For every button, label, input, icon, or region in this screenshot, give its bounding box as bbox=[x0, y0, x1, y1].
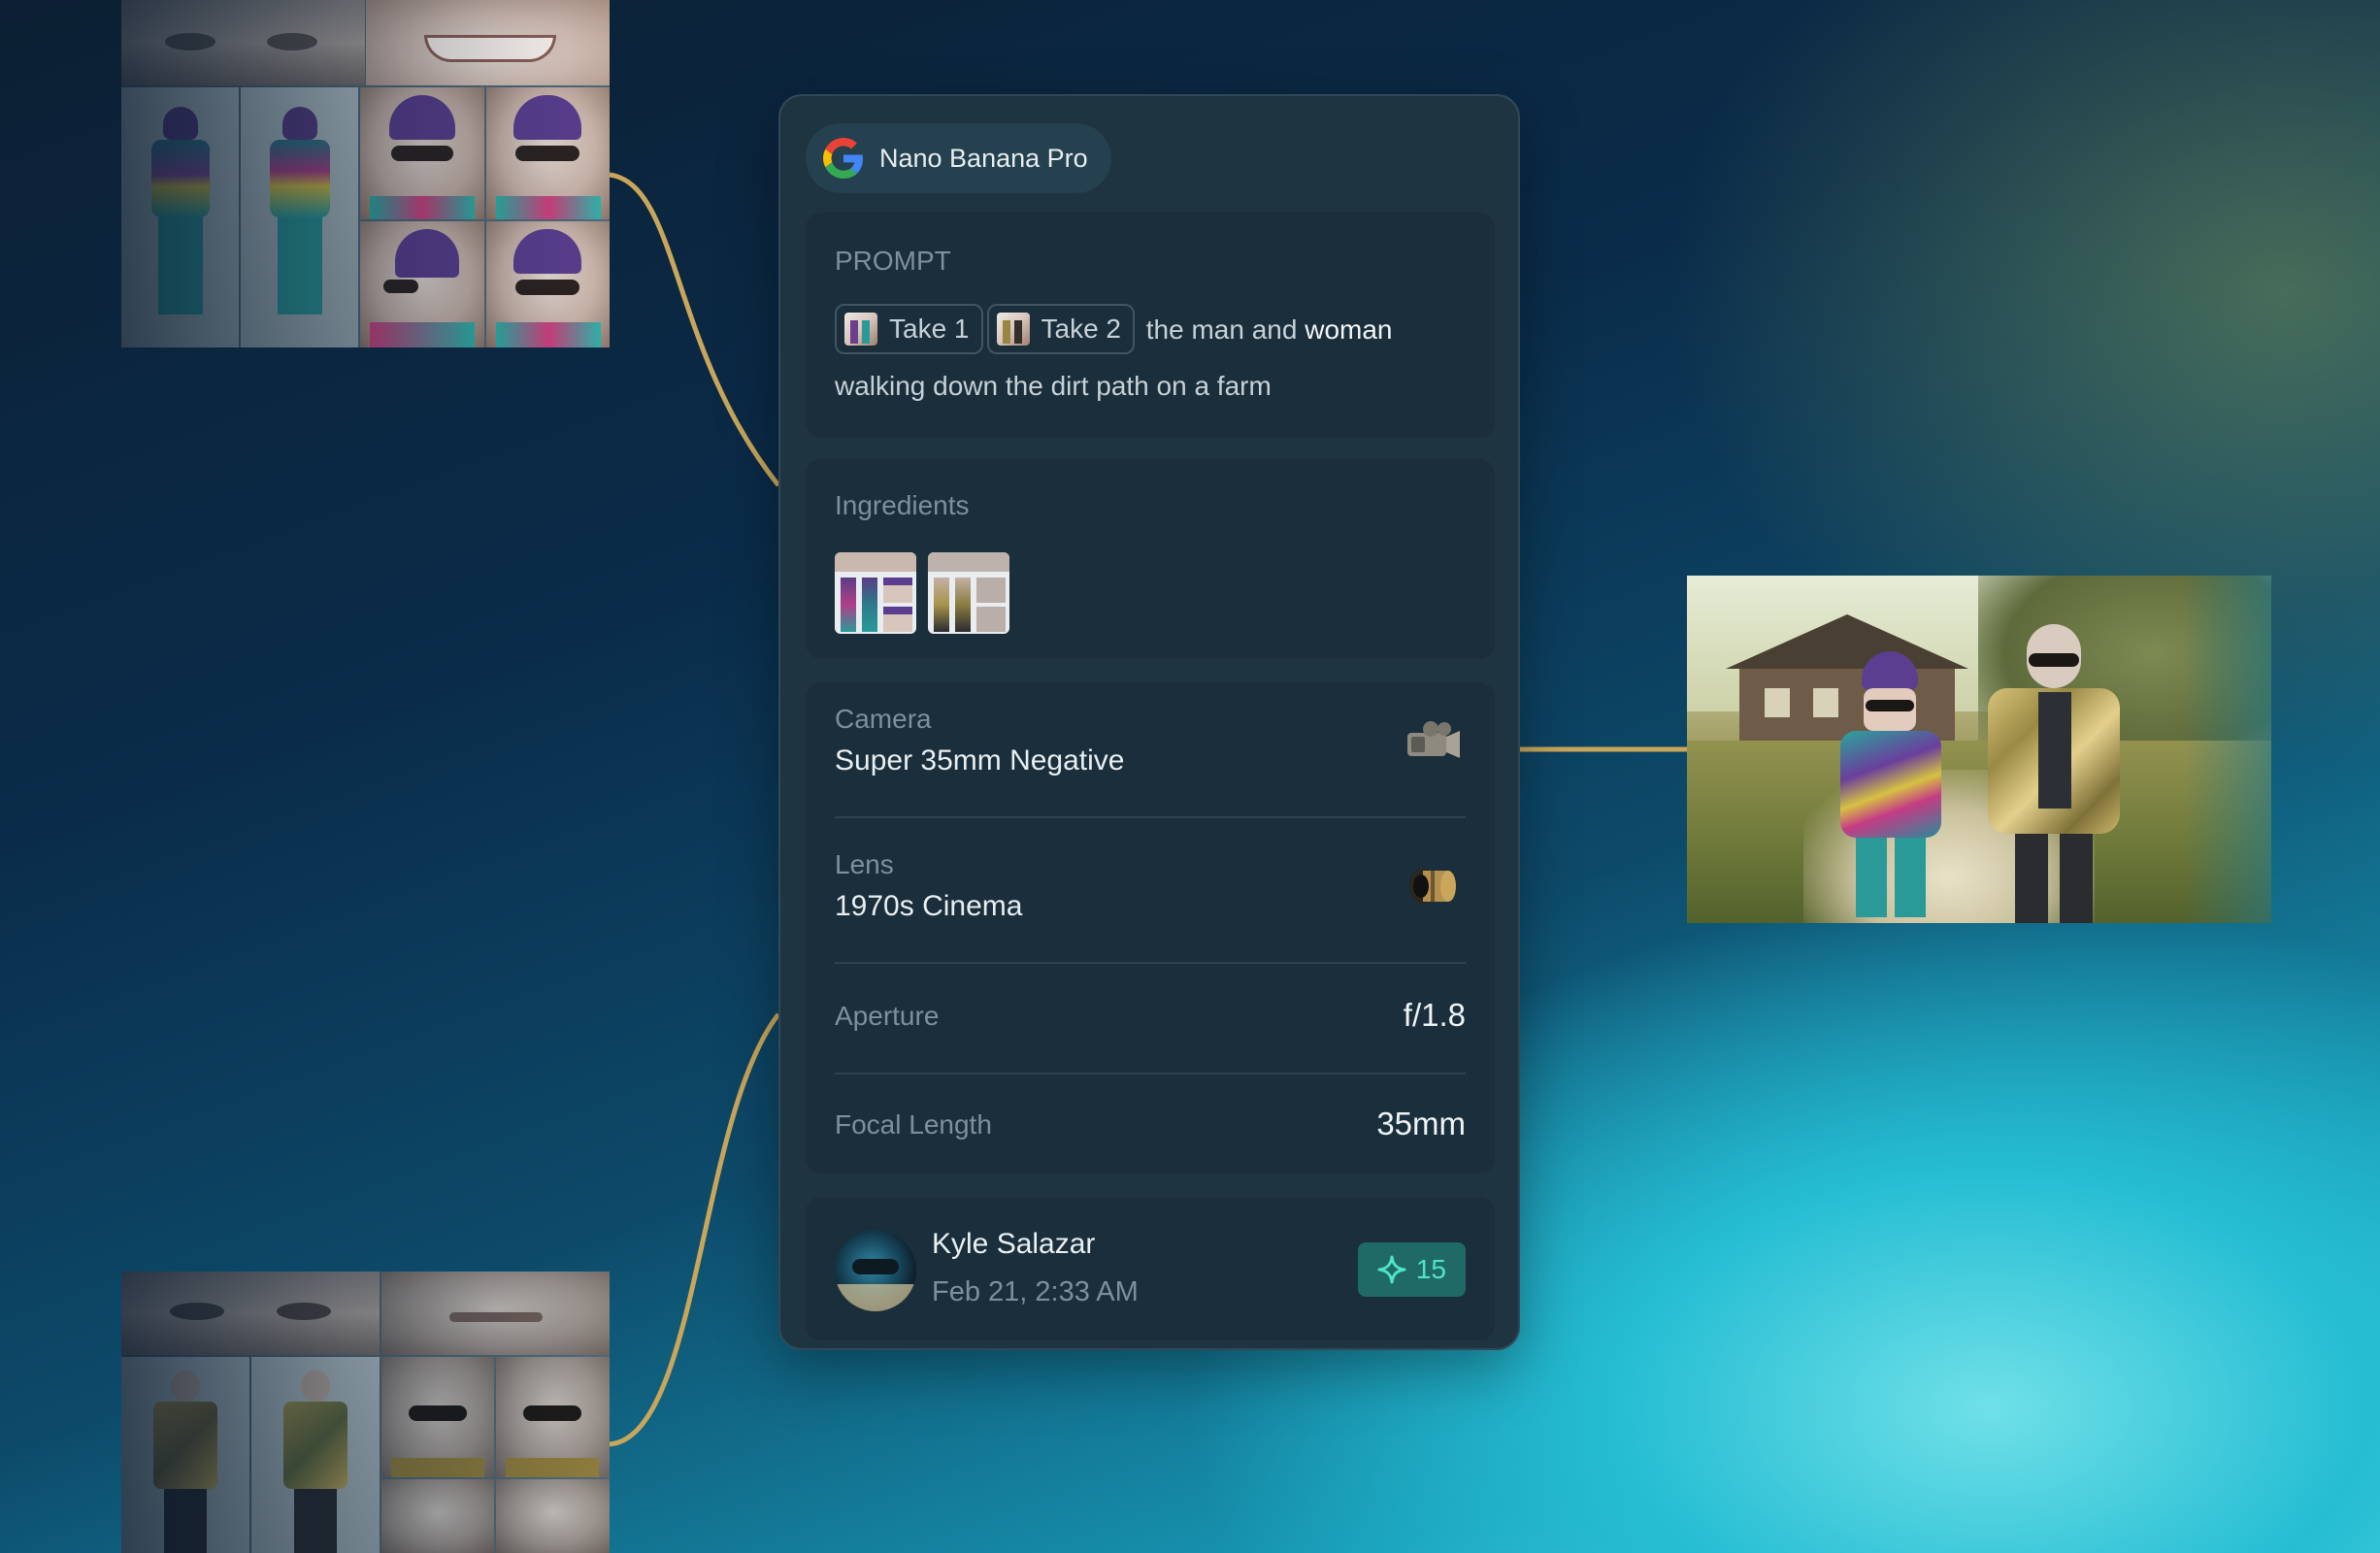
camera-row[interactable]: Camera Super 35mm Negative bbox=[806, 682, 1495, 816]
take-2-label: Take 2 bbox=[1041, 313, 1122, 344]
lens-label: Lens bbox=[835, 849, 894, 879]
prompt-label: PROMPT bbox=[835, 246, 951, 276]
credits-badge[interactable]: 15 bbox=[1357, 1242, 1466, 1297]
ingredient-thumbnail-man[interactable] bbox=[928, 552, 1009, 634]
credits-value: 15 bbox=[1415, 1254, 1446, 1284]
aperture-label: Aperture bbox=[835, 1001, 940, 1031]
prompt-card[interactable]: PROMPT Take 1 Take 2 the man and woman w… bbox=[806, 213, 1495, 438]
aperture-row[interactable]: Aperture f/1.8 bbox=[806, 964, 1495, 1073]
focal-length-value: 35mm bbox=[1376, 1106, 1466, 1141]
wire-bottom-ref bbox=[609, 1012, 780, 1447]
lens-icon bbox=[1409, 869, 1456, 904]
camera-value: Super 35mm Negative bbox=[835, 744, 1125, 776]
prompt-text-emphasis: woman bbox=[1305, 314, 1393, 345]
lens-value: 1970s Cinema bbox=[835, 890, 1023, 922]
prompt-chip-take-1[interactable]: Take 1 bbox=[835, 303, 983, 354]
reference-grid-woman[interactable] bbox=[121, 0, 610, 347]
camera-settings-card: Camera Super 35mm Negative Lens 1970s Ci… bbox=[806, 682, 1495, 1173]
lens-row[interactable]: Lens 1970s Cinema bbox=[806, 818, 1495, 962]
generation-card: Nano Banana Pro PROMPT Take 1 Take 2 the… bbox=[778, 94, 1520, 1350]
focal-length-label: Focal Length bbox=[835, 1109, 992, 1140]
woman-figure bbox=[1833, 651, 1949, 923]
reference-grid-man[interactable] bbox=[121, 1272, 610, 1553]
model-name: Nano Banana Pro bbox=[879, 143, 1088, 173]
film-camera-icon bbox=[1407, 721, 1460, 758]
camera-label: Camera bbox=[835, 704, 932, 734]
man-figure bbox=[1978, 624, 2124, 923]
prompt-text-rest: walking down the dirt path on a farm bbox=[835, 371, 1272, 401]
google-g-icon bbox=[823, 138, 864, 179]
prompt-chip-take-2[interactable]: Take 2 bbox=[986, 303, 1135, 354]
ingredients-label: Ingredients bbox=[835, 490, 970, 520]
sparkle-icon bbox=[1377, 1255, 1406, 1284]
timestamp: Feb 21, 2:33 AM bbox=[932, 1276, 1139, 1307]
take-2-thumbnail bbox=[996, 312, 1030, 346]
author-card: Kyle Salazar Feb 21, 2:33 AM 15 bbox=[806, 1197, 1495, 1340]
focal-length-row[interactable]: Focal Length 35mm bbox=[806, 1074, 1495, 1173]
ingredients-card: Ingredients bbox=[806, 459, 1495, 659]
output-image[interactable] bbox=[1687, 576, 2271, 923]
prompt-text-plain: the man and bbox=[1145, 314, 1298, 345]
take-1-thumbnail bbox=[844, 312, 877, 346]
take-1-label: Take 1 bbox=[889, 313, 970, 344]
author-name[interactable]: Kyle Salazar bbox=[932, 1228, 1095, 1261]
wire-top-ref bbox=[609, 172, 780, 487]
model-selector[interactable]: Nano Banana Pro bbox=[806, 123, 1111, 193]
prompt-text[interactable]: Take 1 Take 2 the man and woman walking … bbox=[835, 302, 1475, 414]
avatar[interactable] bbox=[835, 1230, 916, 1311]
ingredient-thumbnail-woman[interactable] bbox=[835, 552, 916, 634]
aperture-value: f/1.8 bbox=[1403, 997, 1466, 1033]
